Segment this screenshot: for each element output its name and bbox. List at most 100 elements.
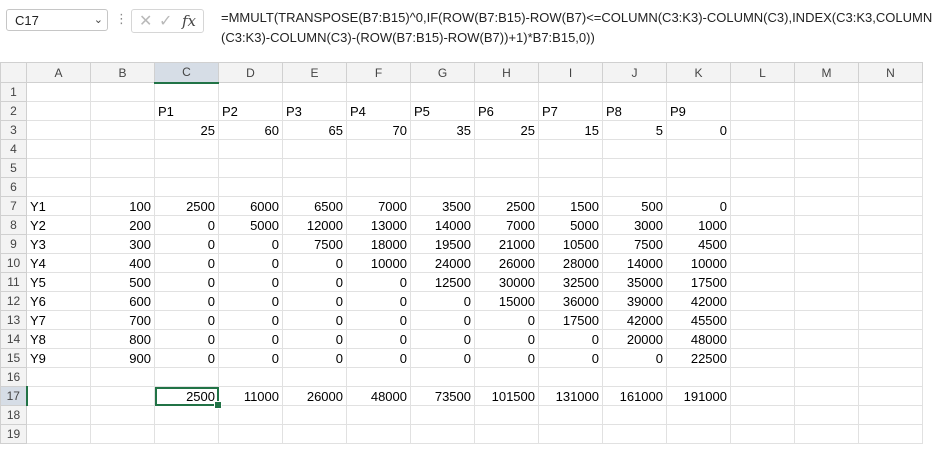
cell-g11[interactable]: 12500 [410,272,475,292]
cell-a1[interactable] [26,82,91,102]
row-header-19[interactable]: 19 [0,424,27,444]
cell-a14[interactable]: Y8 [26,329,91,349]
cell-c4[interactable] [154,139,219,159]
cell-j10[interactable]: 14000 [602,253,667,273]
cell-l2[interactable] [730,101,795,121]
cell-b9[interactable]: 300 [90,234,155,254]
cell-i6[interactable] [538,177,603,197]
cell-g6[interactable] [410,177,475,197]
cell-m16[interactable] [794,367,859,387]
cell-m6[interactable] [794,177,859,197]
cell-g17[interactable]: 73500 [410,386,475,406]
cell-k4[interactable] [666,139,731,159]
cell-a8[interactable]: Y2 [26,215,91,235]
cell-f13[interactable]: 0 [346,310,411,330]
cell-l14[interactable] [730,329,795,349]
cell-n10[interactable] [858,253,923,273]
cell-m14[interactable] [794,329,859,349]
cell-f2[interactable]: P4 [346,101,411,121]
cell-k7[interactable]: 0 [666,196,731,216]
column-header-m[interactable]: M [794,62,859,83]
cell-a2[interactable] [26,101,91,121]
cancel-icon[interactable]: ✕ [139,11,152,31]
cell-m3[interactable] [794,120,859,140]
cell-g14[interactable]: 0 [410,329,475,349]
cell-a13[interactable]: Y7 [26,310,91,330]
row-header-12[interactable]: 12 [0,291,27,311]
cell-l4[interactable] [730,139,795,159]
cell-a10[interactable]: Y4 [26,253,91,273]
cell-d3[interactable]: 60 [218,120,283,140]
cell-c17[interactable]: 2500 [154,386,222,409]
cell-e17[interactable]: 26000 [282,386,347,406]
cell-c14[interactable]: 0 [154,329,219,349]
cell-j5[interactable] [602,158,667,178]
cell-k1[interactable] [666,82,731,102]
cell-i14[interactable]: 0 [538,329,603,349]
cell-a7[interactable]: Y1 [26,196,91,216]
cell-n3[interactable] [858,120,923,140]
cell-c12[interactable]: 0 [154,291,219,311]
cell-a12[interactable]: Y6 [26,291,91,311]
formula-input[interactable]: =MMULT(TRANSPOSE(B7:B15)^0,IF(ROW(B7:B15… [219,6,947,54]
cell-h10[interactable]: 26000 [474,253,539,273]
cell-b10[interactable]: 400 [90,253,155,273]
cell-j3[interactable]: 5 [602,120,667,140]
cell-i19[interactable] [538,424,603,444]
cell-h3[interactable]: 25 [474,120,539,140]
cell-c8[interactable]: 0 [154,215,219,235]
cell-b17[interactable] [90,386,155,406]
cell-m10[interactable] [794,253,859,273]
column-header-j[interactable]: J [602,62,667,83]
cell-f11[interactable]: 0 [346,272,411,292]
column-header-g[interactable]: G [410,62,475,83]
cell-n1[interactable] [858,82,923,102]
cell-f15[interactable]: 0 [346,348,411,368]
cell-d4[interactable] [218,139,283,159]
column-header-a[interactable]: A [26,62,91,83]
cell-c3[interactable]: 25 [154,120,219,140]
cell-k19[interactable] [666,424,731,444]
cell-f17[interactable]: 48000 [346,386,411,406]
cell-d1[interactable] [218,82,283,102]
cell-a15[interactable]: Y9 [26,348,91,368]
cell-h4[interactable] [474,139,539,159]
cell-h5[interactable] [474,158,539,178]
cell-e12[interactable]: 0 [282,291,347,311]
cell-e8[interactable]: 12000 [282,215,347,235]
cell-b6[interactable] [90,177,155,197]
cell-c6[interactable] [154,177,219,197]
cell-k5[interactable] [666,158,731,178]
cell-f6[interactable] [346,177,411,197]
cell-l3[interactable] [730,120,795,140]
cell-k16[interactable] [666,367,731,387]
cell-f1[interactable] [346,82,411,102]
cell-a5[interactable] [26,158,91,178]
cell-j13[interactable]: 42000 [602,310,667,330]
cell-e10[interactable]: 0 [282,253,347,273]
row-header-9[interactable]: 9 [0,234,27,254]
cell-h19[interactable] [474,424,539,444]
cell-l19[interactable] [730,424,795,444]
column-header-n[interactable]: N [858,62,923,83]
cell-e13[interactable]: 0 [282,310,347,330]
cell-b15[interactable]: 900 [90,348,155,368]
cell-i15[interactable]: 0 [538,348,603,368]
cell-i5[interactable] [538,158,603,178]
cell-n8[interactable] [858,215,923,235]
cell-d8[interactable]: 5000 [218,215,283,235]
cell-b16[interactable] [90,367,155,387]
cell-g9[interactable]: 19500 [410,234,475,254]
cell-d7[interactable]: 6000 [218,196,283,216]
cell-k9[interactable]: 4500 [666,234,731,254]
cell-j15[interactable]: 0 [602,348,667,368]
cell-n4[interactable] [858,139,923,159]
cell-e15[interactable]: 0 [282,348,347,368]
cell-l8[interactable] [730,215,795,235]
cell-c10[interactable]: 0 [154,253,219,273]
cell-l12[interactable] [730,291,795,311]
cell-n19[interactable] [858,424,923,444]
row-header-8[interactable]: 8 [0,215,27,235]
cell-d18[interactable] [218,405,283,425]
cell-c9[interactable]: 0 [154,234,219,254]
